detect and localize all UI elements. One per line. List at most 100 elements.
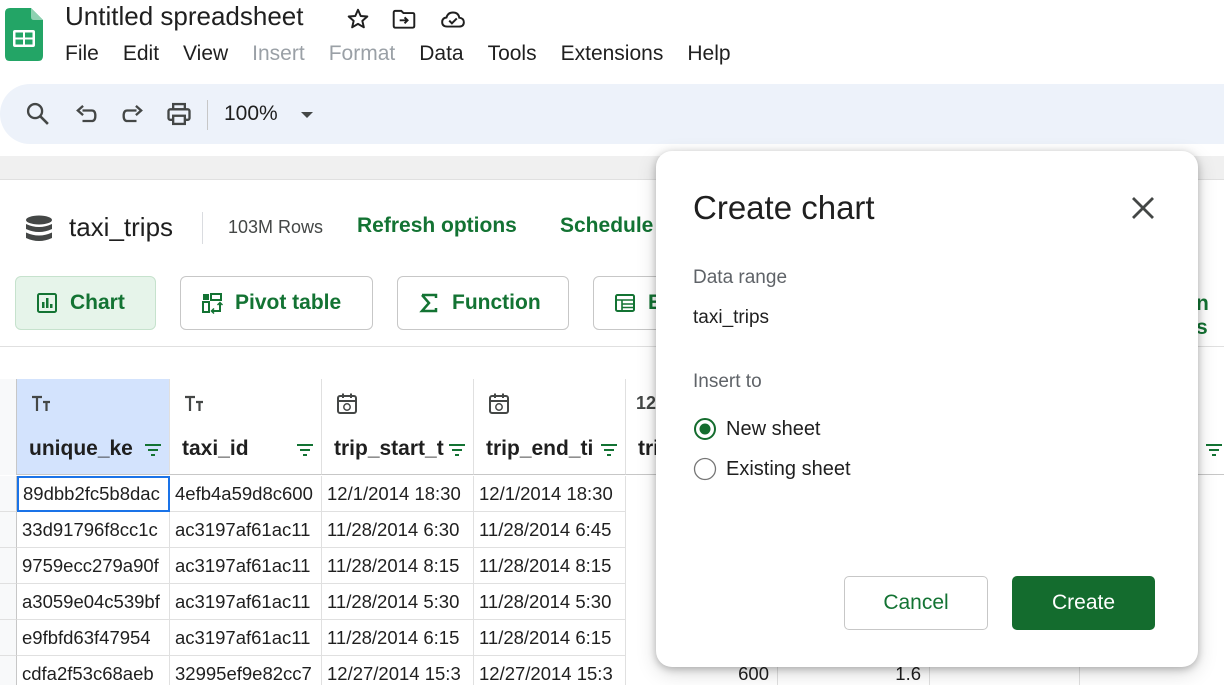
toolbar-separator	[207, 100, 208, 130]
table-name: taxi_trips	[69, 212, 174, 242]
move-to-folder-icon[interactable]	[391, 6, 417, 32]
number-type-icon: 12	[636, 393, 657, 413]
menu-view[interactable]: View	[171, 39, 240, 69]
calendar-time-icon	[337, 393, 357, 414]
truncated-action-label[interactable]: n s	[1196, 292, 1224, 340]
column-header-trip-start[interactable]: trip_start_t	[322, 379, 474, 475]
search-icon[interactable]	[24, 100, 52, 128]
row-header-corner	[0, 379, 17, 475]
chart-icon	[37, 293, 57, 313]
menu-file[interactable]: File	[53, 39, 111, 69]
table-cell[interactable]: e9fbfd63f47954	[17, 620, 170, 656]
extract-button[interactable]: E	[593, 276, 663, 330]
table-cell[interactable]: 32995ef9e82cc7	[170, 656, 322, 685]
row-header[interactable]	[0, 656, 17, 685]
table-cell[interactable]: 12/27/2014 15:3	[322, 656, 474, 685]
filter-icon[interactable]	[1204, 441, 1224, 459]
function-button-label: Function	[452, 291, 541, 314]
table-cell[interactable]: ac3197af61ac11	[170, 512, 322, 548]
table-cell[interactable]: 11/28/2014 8:15	[474, 548, 626, 584]
radio-checked-icon[interactable]	[693, 417, 717, 441]
data-range-value: taxi_trips	[693, 307, 770, 328]
header-separator	[202, 212, 203, 244]
print-icon[interactable]	[165, 100, 193, 128]
column-header-trip-end[interactable]: trip_end_ti	[474, 379, 626, 475]
existing-sheet-label: Existing sheet	[726, 457, 851, 480]
document-title[interactable]: Untitled spreadsheet	[65, 1, 303, 32]
text-type-icon	[32, 395, 50, 411]
column-name: trip_start_t	[334, 437, 444, 460]
database-icon	[26, 215, 52, 241]
cancel-button[interactable]: Cancel	[844, 576, 988, 630]
schedule-link[interactable]: Schedule	[560, 214, 653, 238]
table-cell[interactable]: 11/28/2014 8:15	[322, 548, 474, 584]
existing-sheet-option[interactable]: Existing sheet	[693, 457, 851, 481]
menu-insert[interactable]: Insert	[240, 39, 317, 69]
table-cell[interactable]: 11/28/2014 6:15	[322, 620, 474, 656]
menu-edit[interactable]: Edit	[111, 39, 171, 69]
table-cell[interactable]: 12/1/2014 18:30	[322, 476, 474, 512]
table-cell[interactable]: 9759ecc279a90f	[17, 548, 170, 584]
table-cell[interactable]: 4efb4a59d8c600	[170, 476, 322, 512]
table-cell[interactable]: ac3197af61ac11	[170, 548, 322, 584]
pivot-table-button[interactable]: Pivot table	[180, 276, 373, 330]
filter-icon[interactable]	[143, 441, 163, 459]
table-cell[interactable]: 12/27/2014 15:3	[474, 656, 626, 685]
create-chart-dialog: Create chart Data range taxi_trips Inser…	[656, 151, 1198, 667]
menu-tools[interactable]: Tools	[476, 39, 549, 69]
toolbar: 100%	[0, 84, 1224, 144]
table-cell[interactable]: 89dbb2fc5b8dac	[17, 476, 170, 512]
menu-extensions[interactable]: Extensions	[549, 39, 676, 69]
column-name: taxi_id	[182, 437, 249, 460]
table-cell[interactable]: 11/28/2014 6:45	[474, 512, 626, 548]
table-cell[interactable]: a3059e04c539bf	[17, 584, 170, 620]
zoom-select[interactable]: 100%	[224, 102, 278, 126]
menu-format[interactable]: Format	[317, 39, 408, 69]
column-header-taxi-id[interactable]: taxi_id	[170, 379, 322, 475]
radio-unchecked-icon[interactable]	[693, 457, 717, 481]
new-sheet-option[interactable]: New sheet	[693, 417, 821, 441]
create-button[interactable]: Create	[1012, 576, 1155, 630]
pivot-table-button-label: Pivot table	[235, 291, 342, 314]
undo-icon[interactable]	[72, 100, 100, 128]
sheets-logo-icon[interactable]	[5, 8, 43, 61]
star-icon[interactable]	[345, 6, 371, 32]
refresh-options-link[interactable]: Refresh options	[357, 214, 517, 238]
chart-button[interactable]: Chart	[15, 276, 156, 330]
table-cell[interactable]: 12/1/2014 18:30	[474, 476, 626, 512]
calendar-time-icon	[489, 393, 509, 414]
data-range-label: Data range	[693, 267, 788, 288]
chevron-down-icon[interactable]	[298, 106, 316, 124]
menu-data[interactable]: Data	[407, 39, 475, 69]
filter-icon[interactable]	[295, 441, 315, 459]
row-header[interactable]	[0, 548, 17, 584]
menu-help[interactable]: Help	[675, 39, 742, 69]
table-cell[interactable]: 11/28/2014 6:15	[474, 620, 626, 656]
table-cell[interactable]: cdfa2f53c68aeb	[17, 656, 170, 685]
close-icon[interactable]	[1126, 191, 1160, 225]
row-header[interactable]	[0, 584, 17, 620]
table-cell[interactable]: 11/28/2014 5:30	[474, 584, 626, 620]
cloud-saved-icon[interactable]	[440, 6, 466, 32]
function-button[interactable]: Function	[397, 276, 569, 330]
row-header[interactable]	[0, 620, 17, 656]
sigma-icon	[419, 293, 438, 313]
redo-icon[interactable]	[119, 100, 147, 128]
column-name: trip_end_ti	[486, 437, 594, 460]
table-cell[interactable]: 11/28/2014 5:30	[322, 584, 474, 620]
table-cell[interactable]: ac3197af61ac11	[170, 584, 322, 620]
table-cell[interactable]: 33d91796f8cc1c	[17, 512, 170, 548]
menu-bar: File Edit View Insert Format Data Tools …	[53, 39, 743, 69]
filter-icon[interactable]	[447, 441, 467, 459]
insert-to-label: Insert to	[693, 371, 762, 392]
table-cell[interactable]: 11/28/2014 6:30	[322, 512, 474, 548]
row-header[interactable]	[0, 512, 17, 548]
chart-button-label: Chart	[70, 291, 125, 314]
column-header-unique-key[interactable]: unique_ke	[17, 379, 170, 475]
filter-icon[interactable]	[599, 441, 619, 459]
pivot-table-icon	[202, 293, 223, 314]
column-name: unique_ke	[29, 437, 133, 460]
table-cell[interactable]: ac3197af61ac11	[170, 620, 322, 656]
extract-table-icon	[615, 294, 635, 312]
row-header[interactable]	[0, 476, 17, 512]
